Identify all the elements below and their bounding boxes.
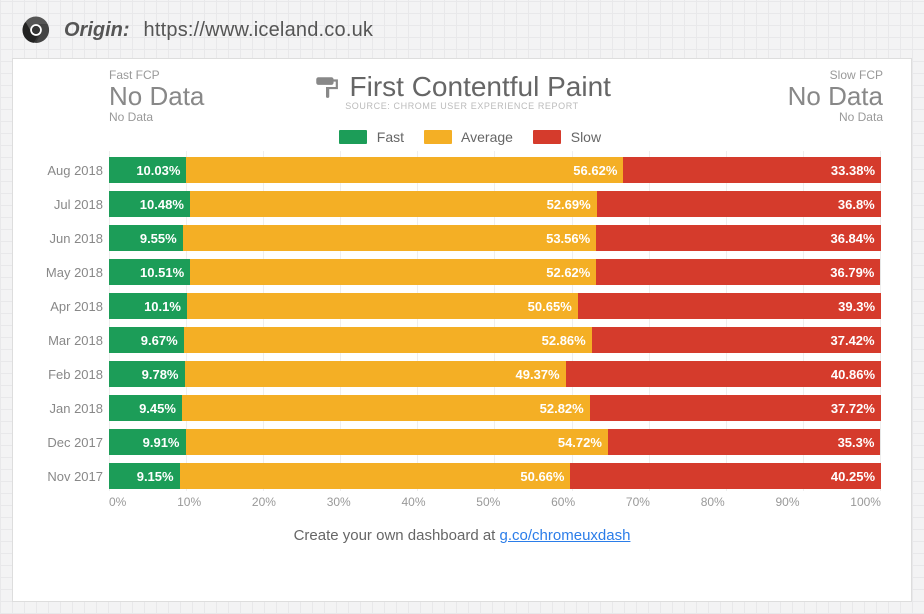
row-label: Apr 2018 <box>35 299 103 314</box>
row-label: Dec 2017 <box>35 435 103 450</box>
table-row: Jul 201810.48%52.69%36.8% <box>109 189 881 219</box>
x-tick: 0% <box>109 495 126 509</box>
segment-fast: 9.55% <box>109 225 183 251</box>
slow-fcp-value: No Data <box>713 82 883 111</box>
footer-text: Create your own dashboard at <box>294 527 500 544</box>
x-tick: 60% <box>551 495 575 509</box>
table-row: Aug 201810.03%56.62%33.38% <box>109 155 881 185</box>
segment-fast: 9.15% <box>109 463 180 489</box>
origin-label: Origin: <box>64 19 130 42</box>
table-row: Feb 20189.78%49.37%40.86% <box>109 359 881 389</box>
chart-card: Fast FCP No Data No Data Slow FCP No Dat… <box>12 58 912 602</box>
segment-slow: 33.38% <box>623 157 881 183</box>
segment-slow: 36.8% <box>597 191 881 217</box>
segment-average: 52.82% <box>182 395 590 421</box>
segment-average: 50.66% <box>180 463 571 489</box>
segment-average: 50.65% <box>187 293 578 319</box>
x-tick: 50% <box>476 495 500 509</box>
segment-fast: 9.78% <box>109 361 185 387</box>
x-tick: 20% <box>252 495 276 509</box>
segment-slow: 37.42% <box>592 327 881 353</box>
segment-average: 53.56% <box>183 225 596 251</box>
segment-average: 54.72% <box>186 429 608 455</box>
paint-icon <box>313 74 339 100</box>
segment-slow: 40.86% <box>566 361 881 387</box>
chrome-icon <box>22 16 50 44</box>
row-label: Aug 2018 <box>35 163 103 178</box>
header: Origin: https://www.iceland.co.uk <box>6 6 918 58</box>
x-tick: 100% <box>850 495 881 509</box>
dashboard-frame: Origin: https://www.iceland.co.uk Fast F… <box>0 0 924 614</box>
segment-fast: 10.48% <box>109 191 190 217</box>
legend-swatch-slow <box>533 130 561 144</box>
legend-label-slow: Slow <box>571 129 601 145</box>
segment-average: 52.86% <box>184 327 592 353</box>
stacked-bar: 9.45%52.82%37.72% <box>109 395 881 421</box>
row-label: Nov 2017 <box>35 469 103 484</box>
x-tick: 10% <box>177 495 201 509</box>
fast-fcp-value: No Data <box>109 82 279 111</box>
segment-fast: 10.1% <box>109 293 187 319</box>
legend-swatch-average <box>424 130 452 144</box>
row-label: Mar 2018 <box>35 333 103 348</box>
stacked-bar: 9.55%53.56%36.84% <box>109 225 881 251</box>
row-label: Jul 2018 <box>35 197 103 212</box>
segment-average: 56.62% <box>186 157 623 183</box>
slow-fcp-summary: Slow FCP No Data No Data <box>713 69 883 124</box>
table-row: Nov 20179.15%50.66%40.25% <box>109 461 881 491</box>
bars-container: Aug 201810.03%56.62%33.38% Jul 201810.48%… <box>109 151 881 491</box>
chart-title: First Contentful Paint <box>350 71 611 102</box>
stacked-bar: 10.1%50.65%39.3% <box>109 293 881 319</box>
x-tick: 80% <box>701 495 725 509</box>
table-row: Dec 20179.91%54.72%35.3% <box>109 427 881 457</box>
stacked-bar: 9.67%52.86%37.42% <box>109 327 881 353</box>
fast-fcp-summary: Fast FCP No Data No Data <box>109 69 279 124</box>
origin-url: https://www.iceland.co.uk <box>144 19 374 42</box>
table-row: May 201810.51%52.62%36.79% <box>109 257 881 287</box>
x-tick: 30% <box>327 495 351 509</box>
legend: Fast Average Slow <box>37 129 887 145</box>
segment-average: 49.37% <box>185 361 566 387</box>
slow-fcp-sub: No Data <box>713 111 883 124</box>
segment-average: 52.62% <box>190 259 596 285</box>
row-label: Jun 2018 <box>35 231 103 246</box>
segment-slow: 36.79% <box>596 259 880 285</box>
table-row: Jun 20189.55%53.56%36.84% <box>109 223 881 253</box>
table-row: Mar 20189.67%52.86%37.42% <box>109 325 881 355</box>
table-row: Jan 20189.45%52.82%37.72% <box>109 393 881 423</box>
legend-swatch-fast <box>339 130 367 144</box>
legend-label-fast: Fast <box>377 129 404 145</box>
stacked-bar: 10.51%52.62%36.79% <box>109 259 881 285</box>
stacked-bar: 9.15%50.66%40.25% <box>109 463 881 489</box>
segment-average: 52.69% <box>190 191 597 217</box>
row-label: Jan 2018 <box>35 401 103 416</box>
fast-fcp-sub: No Data <box>109 111 279 124</box>
table-row: Apr 201810.1%50.65%39.3% <box>109 291 881 321</box>
segment-fast: 10.03% <box>109 157 186 183</box>
x-tick: 40% <box>402 495 426 509</box>
legend-label-average: Average <box>461 129 513 145</box>
segment-slow: 40.25% <box>570 463 881 489</box>
segment-slow: 35.3% <box>608 429 881 455</box>
segment-slow: 36.84% <box>596 225 880 251</box>
stacked-bar: 9.78%49.37%40.86% <box>109 361 881 387</box>
segment-slow: 37.72% <box>590 395 881 421</box>
row-label: May 2018 <box>35 265 103 280</box>
segment-fast: 9.45% <box>109 395 182 421</box>
stacked-bar: 9.91%54.72%35.3% <box>109 429 881 455</box>
segment-fast: 10.51% <box>109 259 190 285</box>
plot-area: Aug 201810.03%56.62%33.38% Jul 201810.48%… <box>109 151 881 491</box>
segment-fast: 9.67% <box>109 327 184 353</box>
x-tick: 90% <box>775 495 799 509</box>
segment-fast: 9.91% <box>109 429 186 455</box>
row-label: Feb 2018 <box>35 367 103 382</box>
x-tick: 70% <box>626 495 650 509</box>
segment-slow: 39.3% <box>578 293 881 319</box>
footer: Create your own dashboard at g.co/chrome… <box>37 527 887 544</box>
footer-link[interactable]: g.co/chromeuxdash <box>500 527 631 544</box>
stacked-bar: 10.03%56.62%33.38% <box>109 157 881 183</box>
x-axis: 0% 10% 20% 30% 40% 50% 60% 70% 80% 90% 100% <box>109 495 881 509</box>
stacked-bar: 10.48%52.69%36.8% <box>109 191 881 217</box>
